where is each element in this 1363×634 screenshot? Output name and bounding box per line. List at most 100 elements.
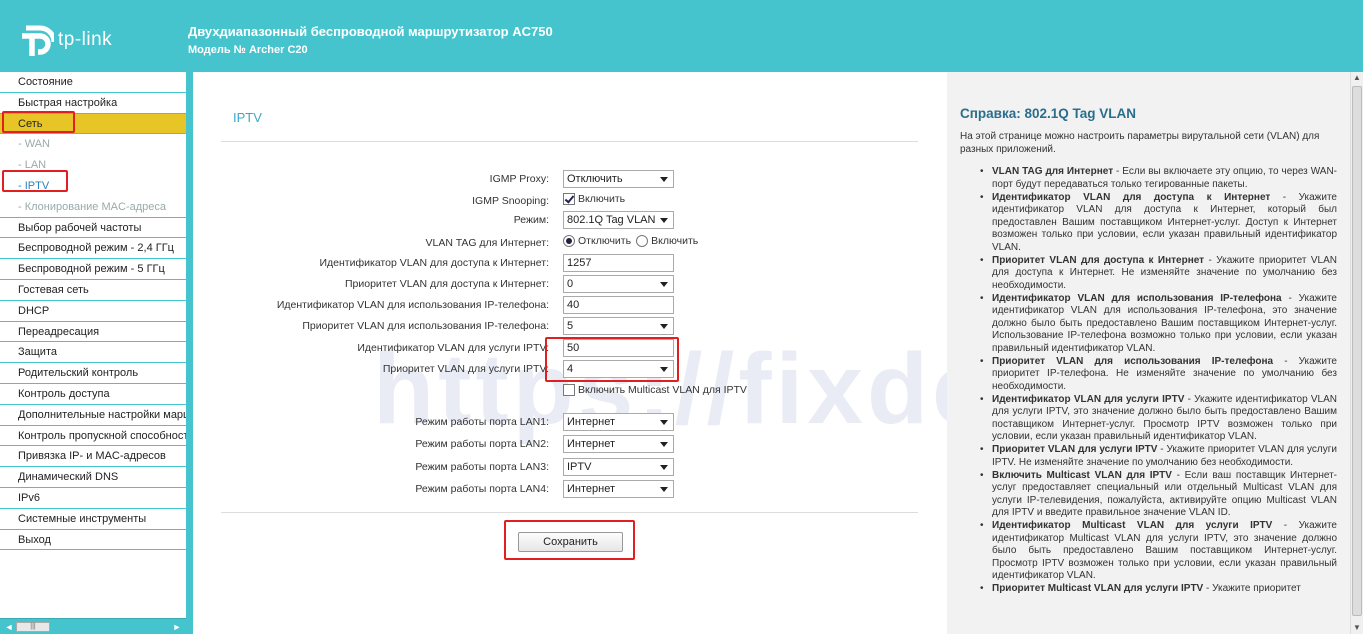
sidebar-item[interactable]: Дополнительные настройки маршрутизации (0, 405, 186, 426)
row-multicast-vlan: Включить Multicast VLAN для IPTV (193, 383, 947, 403)
scroll-left-arrow-icon[interactable]: ◄ (3, 621, 15, 633)
mode-label: Режим: (513, 214, 549, 226)
ip-phone-vlan-id-label: Идентификатор VLAN для использования IP-… (276, 299, 549, 311)
sidebar-item[interactable]: Динамический DNS (0, 467, 186, 488)
sidebar-item[interactable]: Привязка IP- и MAC-адресов (0, 446, 186, 468)
help-item: Идентификатор VLAN для доступа к Интерне… (960, 192, 1337, 255)
vertical-scrollbar[interactable]: ▲ ▼ (1350, 72, 1363, 634)
logo-text: tp-link (58, 29, 113, 50)
sidebar-item[interactable]: - Клонирование MAC-адреса (0, 197, 186, 218)
iptv-vlan-priority-label: Приоритет VLAN для услуги IPTV: (382, 363, 549, 375)
sidebar-item[interactable]: Системные инструменты (0, 509, 186, 530)
lan4-mode-select[interactable]: Интернет (563, 480, 674, 498)
vlan-tag-off-radio[interactable] (563, 235, 575, 248)
internet-vlan-priority-select[interactable]: 0 (563, 275, 674, 293)
chevron-down-icon (660, 420, 668, 425)
logo: tp-link (18, 22, 112, 58)
sidebar-item[interactable]: IPv6 (0, 488, 186, 509)
chevron-down-icon (660, 487, 668, 492)
internet-vlan-id-input[interactable]: 1257 (563, 254, 674, 272)
multicast-vlan-checkbox[interactable] (563, 384, 575, 397)
page-title: IPTV (233, 110, 262, 125)
divider-top (221, 141, 918, 142)
chevron-down-icon (660, 177, 668, 182)
row-vlan-tag-internet: VLAN TAG для Интернет: Отключить Включит… (193, 234, 947, 254)
row-lan4: Режим работы порта LAN4: Интернет (193, 480, 947, 500)
sidebar-item[interactable]: Гостевая сеть (0, 280, 186, 301)
chevron-down-icon (660, 282, 668, 287)
sidebar-item[interactable]: Контроль доступа (0, 384, 186, 405)
sidebar-item[interactable]: Родительский контроль (0, 363, 186, 384)
help-item-term: Приоритет VLAN для использования IP-теле… (992, 355, 1274, 367)
scroll-right-arrow-icon[interactable]: ► (171, 621, 183, 633)
vlan-tag-off-label: Отключить (578, 235, 632, 248)
help-item-term: Идентификатор VLAN для доступа к Интерне… (992, 191, 1271, 203)
help-item-term: Приоритет VLAN для услуги IPTV (992, 444, 1158, 455)
lan2-mode-select[interactable]: Интернет (563, 435, 674, 453)
highlight-menu-iptv (2, 170, 68, 192)
sidebar-item[interactable]: Переадресация (0, 322, 186, 343)
help-item-term: Идентификатор VLAN для услуги IPTV (992, 393, 1185, 405)
row-ip-phone-vlan-priority: Приоритет VLAN для использования IP-теле… (193, 317, 947, 337)
help-title: Справка: 802.1Q Tag VLAN (960, 106, 1137, 121)
row-lan1: Режим работы порта LAN1: Интернет (193, 413, 947, 433)
ip-phone-vlan-priority-label: Приоритет VLAN для использования IP-теле… (302, 320, 549, 332)
lan1-mode-select[interactable]: Интернет (563, 413, 674, 431)
lan2-label: Режим работы порта LAN2: (415, 438, 549, 450)
main-panel: https://fixdev IPTV IGMP Proxy: Отключит… (193, 72, 1047, 634)
help-item-text: - Укажите приоритет (1203, 583, 1301, 594)
lan3-mode-select[interactable]: IPTV (563, 458, 674, 476)
scroll-thumb[interactable]: ||| (16, 622, 50, 632)
ip-phone-vlan-id-input[interactable]: 40 (563, 296, 674, 314)
chevron-down-icon (660, 324, 668, 329)
row-lan2: Режим работы порта LAN2: Интернет (193, 435, 947, 455)
scroll-thumb[interactable] (1352, 86, 1362, 616)
mode-select[interactable]: 802.1Q Tag VLAN (563, 211, 674, 229)
help-item: VLAN TAG для Интернет - Если вы включает… (960, 166, 1337, 191)
highlight-menu-network (2, 111, 75, 133)
sidebar-item[interactable]: Беспроводной режим - 2,4 ГГц (0, 238, 186, 260)
sidebar-item[interactable]: Беспроводной режим - 5 ГГц (0, 259, 186, 280)
help-item: Идентификатор Multicast VLAN для услуги … (960, 520, 1337, 583)
chevron-down-icon (660, 218, 668, 223)
help-panel: Справка: 802.1Q Tag VLAN На этой страниц… (947, 72, 1350, 634)
sidebar-item[interactable]: Выход (0, 530, 186, 551)
scroll-up-arrow-icon[interactable]: ▲ (1352, 72, 1362, 84)
help-intro: На этой странице можно настроить парамет… (960, 131, 1320, 155)
help-item-term: Приоритет Multicast VLAN для услуги IPTV (992, 583, 1204, 594)
help-item-term: Включить Multicast VLAN для IPTV (992, 469, 1172, 481)
sidebar-item[interactable]: Состояние (0, 72, 186, 93)
device-model: Модель № Archer C20 (188, 44, 308, 56)
lan1-label: Режим работы порта LAN1: (415, 416, 549, 428)
help-item: Приоритет VLAN для доступа к Интернет - … (960, 255, 1337, 293)
lan4-label: Режим работы порта LAN4: (415, 483, 549, 495)
help-list: VLAN TAG для Интернет - Если вы включает… (960, 166, 1337, 596)
help-item-term: Приоритет VLAN для доступа к Интернет (992, 254, 1205, 266)
internet-vlan-id-label: Идентификатор VLAN для доступа к Интерне… (319, 257, 550, 269)
help-item: Приоритет Multicast VLAN для услуги IPTV… (960, 583, 1337, 596)
chevron-down-icon (660, 442, 668, 447)
tp-link-logo-icon (22, 25, 54, 56)
help-item: Включить Multicast VLAN для IPTV - Если … (960, 470, 1337, 520)
ip-phone-vlan-priority-select[interactable]: 5 (563, 317, 674, 335)
row-mode: Режим: 802.1Q Tag VLAN (193, 211, 947, 231)
row-igmp-proxy: IGMP Proxy: Отключить (193, 170, 947, 190)
sidebar-horizontal-scrollbar[interactable]: ◄ ||| ► (0, 618, 186, 634)
help-item-term: VLAN TAG для Интернет (992, 166, 1114, 177)
vlan-tag-on-label: Включить (651, 235, 699, 248)
igmp-proxy-select[interactable]: Отключить (563, 170, 674, 188)
sidebar-item[interactable]: Контроль пропускной способности (0, 426, 186, 447)
sidebar-item[interactable]: Выбор рабочей частоты (0, 218, 186, 239)
row-lan3: Режим работы порта LAN3: IPTV (193, 458, 947, 478)
igmp-snooping-checkbox[interactable] (563, 193, 575, 206)
row-internet-vlan-priority: Приоритет VLAN для доступа к Интернет: 0 (193, 275, 947, 295)
help-item-term: Идентификатор VLAN для использования IP-… (992, 292, 1282, 304)
scroll-down-arrow-icon[interactable]: ▼ (1352, 622, 1362, 634)
multicast-vlan-label: Включить Multicast VLAN для IPTV (578, 384, 747, 397)
chevron-down-icon (660, 465, 668, 470)
sidebar-item[interactable]: DHCP (0, 301, 186, 322)
highlight-save-button (504, 520, 635, 560)
sidebar-item[interactable]: - WAN (0, 134, 186, 156)
sidebar-item[interactable]: Защита (0, 342, 186, 364)
vlan-tag-on-radio[interactable] (636, 235, 649, 248)
